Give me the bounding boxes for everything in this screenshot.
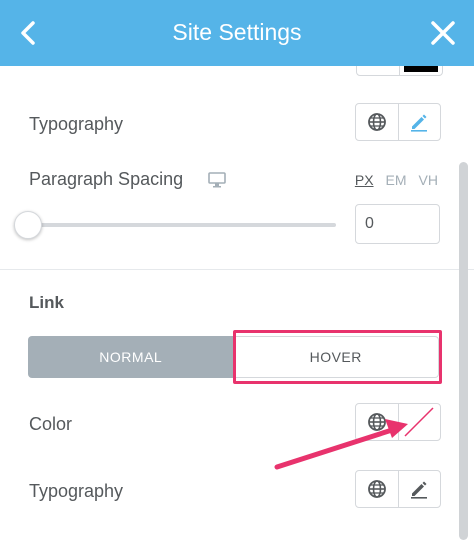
globe-icon	[368, 413, 386, 431]
globe-icon	[368, 480, 386, 498]
link-color-global-button[interactable]	[356, 404, 398, 440]
pencil-icon	[411, 481, 428, 499]
no-color-swatch	[403, 406, 436, 438]
desktop-icon[interactable]	[208, 172, 226, 188]
scrollbar[interactable]	[459, 162, 468, 540]
link-typography-global-button[interactable]	[356, 471, 398, 507]
unit-px[interactable]: PX	[355, 172, 374, 188]
typography-label: Typography	[29, 114, 124, 134]
spacing-slider-handle[interactable]	[14, 211, 42, 239]
unit-em[interactable]: EM	[386, 172, 407, 188]
panel-header: Site Settings	[0, 0, 474, 66]
link-typography-edit-button[interactable]	[397, 471, 440, 507]
paragraph-spacing-label: Paragraph Spacing	[29, 169, 184, 189]
globe-icon	[368, 113, 386, 131]
partial-color-swatch[interactable]	[399, 66, 443, 76]
link-typography-label: Typography	[29, 481, 124, 501]
link-color-picker-button[interactable]	[397, 404, 440, 440]
spacing-value-input[interactable]	[355, 204, 440, 244]
partial-global-button[interactable]	[356, 66, 400, 76]
typography-global-button[interactable]	[356, 104, 398, 140]
section-divider	[0, 269, 474, 270]
pencil-icon	[411, 114, 428, 132]
tab-normal[interactable]: NORMAL	[28, 336, 234, 378]
black-swatch	[404, 66, 438, 72]
hover-tab-highlight	[233, 330, 442, 384]
unit-vh[interactable]: VH	[419, 172, 438, 188]
link-typography-controls	[355, 470, 441, 508]
link-color-controls	[355, 403, 441, 441]
link-color-label: Color	[29, 414, 73, 434]
link-section-title: Link	[29, 293, 64, 312]
spacing-slider-track[interactable]	[28, 223, 336, 227]
close-button[interactable]	[430, 20, 456, 46]
page-title: Site Settings	[172, 19, 302, 45]
unit-switcher: PX EM VH	[355, 172, 438, 188]
typography-controls	[355, 103, 441, 141]
settings-panel: Typography Paragraph Spacing PX EM VH 0 …	[0, 66, 474, 540]
typography-edit-button[interactable]	[397, 104, 440, 140]
close-icon	[431, 21, 455, 45]
